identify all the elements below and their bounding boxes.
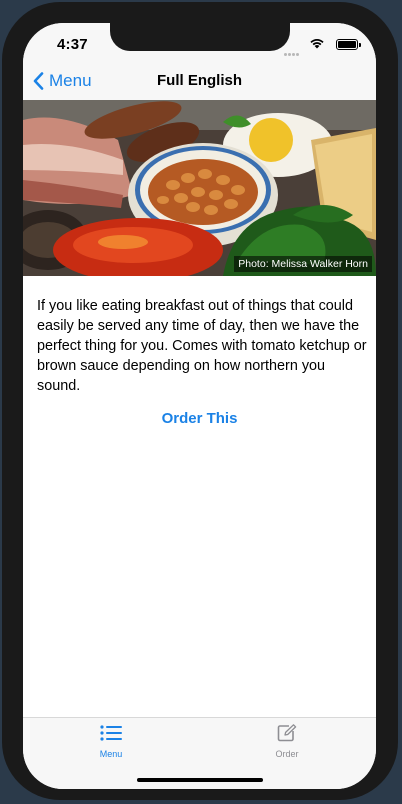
battery-icon (336, 39, 361, 50)
dish-description: If you like eating breakfast out of thin… (37, 298, 367, 394)
tab-order[interactable]: Order (247, 724, 327, 759)
tab-menu-label: Menu (99, 749, 123, 759)
camera-notch (110, 23, 290, 51)
breakfast-image (23, 100, 376, 276)
list-icon (100, 725, 122, 741)
cellular-signal-icon (284, 43, 302, 56)
dish-photo: Photo: Melissa Walker Horn (23, 100, 376, 276)
compose-icon (277, 724, 297, 742)
tab-order-label: Order (275, 749, 299, 759)
photo-credit: Photo: Melissa Walker Horn (234, 256, 372, 272)
home-indicator (137, 778, 263, 782)
app-screen: 4:37 Menu Full English Photo: Melissa Wa… (23, 23, 376, 789)
navigation-bar: Menu Full English (23, 67, 376, 100)
status-time: 4:37 (57, 36, 88, 53)
page-title: Full English (157, 72, 242, 89)
tab-menu[interactable]: Menu (71, 724, 151, 759)
order-this-button[interactable]: Order This (23, 410, 376, 427)
wifi-icon (310, 39, 324, 49)
